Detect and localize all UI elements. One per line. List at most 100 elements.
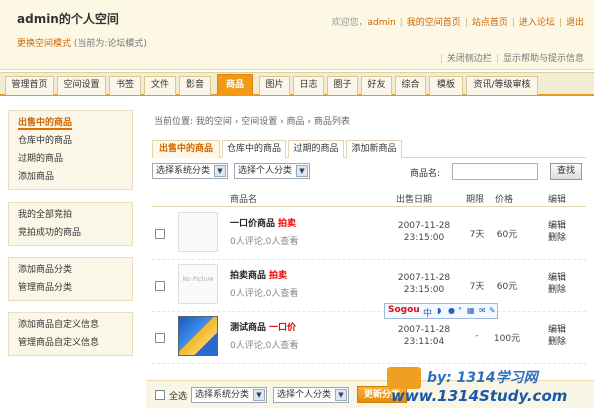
table-divider <box>152 206 586 207</box>
main-nav: 管理首页 空间设置 书签 文件 影音 商品 图片 日志 圈子 好友 综合 模板 … <box>0 72 594 96</box>
sale-term: - <box>475 331 479 341</box>
keyboard-icon[interactable]: ▦ <box>467 306 475 315</box>
tab-blog[interactable]: 日志 <box>293 76 324 95</box>
ime-mode-text[interactable]: 中 <box>423 306 432 319</box>
product-thumbnail[interactable] <box>178 316 218 356</box>
show-help-link[interactable]: 显示帮助与提示信息 <box>503 54 584 64</box>
sidebar-item-my-auctions[interactable]: 我的全部竞拍 <box>9 206 132 224</box>
sidebar-item-add-category[interactable]: 添加商品分类 <box>9 261 132 279</box>
search-button[interactable]: 查找 <box>550 163 582 180</box>
sale-price: 60元 <box>496 230 518 240</box>
system-category-select[interactable]: 选择系统分类 ▼ <box>152 163 228 179</box>
product-type-tag: 拍卖 <box>269 271 288 281</box>
product-name-input[interactable] <box>452 163 538 180</box>
tab-images[interactable]: 图片 <box>259 76 290 95</box>
site-home-link[interactable]: 站点首页 <box>472 18 508 28</box>
tab-circles[interactable]: 圈子 <box>327 76 358 95</box>
edit-link[interactable]: 编辑 <box>548 272 566 284</box>
sale-time: 23:15:00 <box>403 233 445 243</box>
product-subtabs: 出售中的商品 仓库中的商品 过期的商品 添加新商品 <box>152 138 586 158</box>
sidebar-item-add-product[interactable]: 添加商品 <box>9 168 132 186</box>
product-type-tag: 拍卖 <box>278 219 297 229</box>
tab-products[interactable]: 商品 <box>217 74 253 95</box>
chevron-down-icon: ▼ <box>335 389 347 401</box>
sidebar-item-warehouse[interactable]: 仓库中的商品 <box>9 132 132 150</box>
sidebar-item-manage-category[interactable]: 管理商品分类 <box>9 279 132 297</box>
mail-icon[interactable]: ✉ <box>479 306 486 315</box>
tab-general[interactable]: 综合 <box>395 76 426 95</box>
tab-templates[interactable]: 模板 <box>429 76 463 95</box>
subtab-expired[interactable]: 过期的商品 <box>288 140 344 158</box>
edit-link[interactable]: 编辑 <box>548 324 566 336</box>
column-header-price: 价格 <box>495 195 514 205</box>
row-checkbox[interactable] <box>155 281 165 291</box>
sidebar-group-auctions: 我的全部竞拍 竞拍成功的商品 <box>8 202 133 246</box>
current-mode-text: (当前为:论坛模式) <box>73 39 147 49</box>
punctuation-icon[interactable]: ◗ <box>437 306 441 315</box>
sale-date: 2007-11-28 <box>397 273 451 283</box>
sale-time: 23:15:00 <box>403 285 445 295</box>
sidebar-item-manage-custom-info[interactable]: 管理商品自定义信息 <box>9 334 132 352</box>
tab-files[interactable]: 文件 <box>144 76 176 95</box>
forum-link[interactable]: 进入论坛 <box>519 18 555 28</box>
tab-bookmarks[interactable]: 书签 <box>109 76 141 95</box>
bulk-personal-category-select[interactable]: 选择个人分类 ▼ <box>273 387 349 403</box>
sale-term: 7天 <box>469 282 485 292</box>
row-checkbox[interactable] <box>155 229 165 239</box>
sidebar-group-products: 出售中的商品 仓库中的商品 过期的商品 添加商品 <box>8 110 133 190</box>
table-row: 测试商品 一口价 0人评论,0人查看 2007-11-28 23:11:04 - … <box>152 312 586 364</box>
tab-admin-home[interactable]: 管理首页 <box>5 76 54 95</box>
personal-category-select[interactable]: 选择个人分类 ▼ <box>234 163 310 179</box>
sidebar-item-expired[interactable]: 过期的商品 <box>9 150 132 168</box>
product-name-link[interactable]: 一口价商品 <box>230 219 275 229</box>
product-thumbnail[interactable]: No Picture <box>178 264 218 304</box>
delete-link[interactable]: 删除 <box>548 284 566 296</box>
sidebar-group-custom-info: 添加商品自定义信息 管理商品自定义信息 <box>8 312 133 356</box>
ime-toolbar[interactable]: Sogou 中 ◗ ● ° ▦ ✉ ✎ <box>384 303 498 319</box>
product-stats: 0人评论,0人查看 <box>230 237 299 247</box>
product-thumbnail[interactable] <box>178 212 218 252</box>
tab-level-review[interactable]: 资讯/等级审核 <box>466 76 538 95</box>
wrench-icon[interactable]: ✎ <box>489 306 496 315</box>
watermark-badge <box>387 367 421 389</box>
logout-link[interactable]: 退出 <box>566 18 584 28</box>
header-toolbar: | 关闭侧边栏 | 显示帮助与提示信息 <box>439 54 584 64</box>
space-title: admin的个人空间 <box>17 12 119 26</box>
change-style-link[interactable]: 更换空间模式 <box>17 39 71 49</box>
tab-space-settings[interactable]: 空间设置 <box>57 76 106 95</box>
edit-link[interactable]: 编辑 <box>548 220 566 232</box>
watermark: by: 1314学习网 www.1314Study.com <box>387 367 594 408</box>
page-header: admin的个人空间 更换空间模式 (当前为:论坛模式) 欢迎您，admin | 我… <box>0 0 594 70</box>
product-name-link[interactable]: 测试商品 <box>230 323 266 333</box>
product-stats: 0人评论,0人查看 <box>230 289 299 299</box>
watermark-line-1: by: 1314学习网 <box>427 370 538 386</box>
sidebar-item-won-auctions[interactable]: 竞拍成功的商品 <box>9 224 132 242</box>
bulk-system-category-select[interactable]: 选择系统分类 ▼ <box>191 387 267 403</box>
space-mode-line: 更换空间模式 (当前为:论坛模式) <box>17 36 147 49</box>
close-sidebar-link[interactable]: 关闭侧边栏 <box>447 54 492 64</box>
sidebar-item-on-sale[interactable]: 出售中的商品 <box>9 114 132 132</box>
chevron-down-icon: ▼ <box>253 389 265 401</box>
delete-link[interactable]: 删除 <box>548 232 566 244</box>
username-link[interactable]: admin <box>368 18 396 28</box>
subtab-on-sale[interactable]: 出售中的商品 <box>152 140 220 158</box>
product-stats: 0人评论,0人查看 <box>230 341 299 351</box>
row-checkbox[interactable] <box>155 333 165 343</box>
dot-icon[interactable]: ● <box>448 306 455 315</box>
select-all-checkbox[interactable] <box>155 390 165 400</box>
select-all-label: 全选 <box>169 392 188 402</box>
my-space-link[interactable]: 我的空间首页 <box>407 18 461 28</box>
sale-term: 7天 <box>469 230 485 240</box>
watermark-line-2: www.1314Study.com <box>391 387 568 405</box>
tab-friends[interactable]: 好友 <box>361 76 392 95</box>
subtab-add-new[interactable]: 添加新商品 <box>346 140 402 158</box>
tab-media[interactable]: 影音 <box>179 76 211 95</box>
degree-icon[interactable]: ° <box>458 306 462 315</box>
sidebar-item-add-custom-info[interactable]: 添加商品自定义信息 <box>9 316 132 334</box>
sidebar-group-categories: 添加商品分类 管理商品分类 <box>8 257 133 301</box>
product-name-link[interactable]: 拍卖商品 <box>230 271 266 281</box>
column-header-date: 出售日期 <box>396 195 433 205</box>
column-header-name: 商品名 <box>230 195 258 205</box>
subtab-warehouse[interactable]: 仓库中的商品 <box>222 140 286 158</box>
delete-link[interactable]: 删除 <box>548 336 566 348</box>
